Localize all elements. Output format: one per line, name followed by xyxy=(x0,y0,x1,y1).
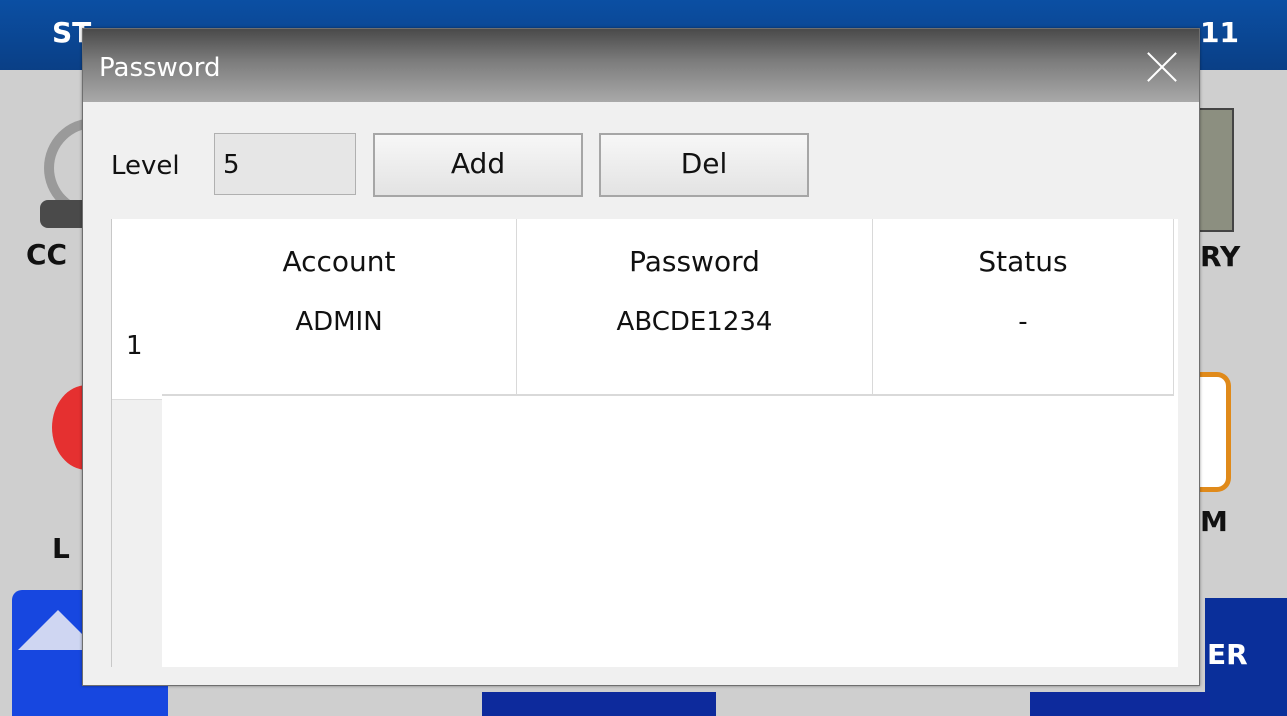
account-table: 1 Account ADMIN Password ABCDE1234 Statu… xyxy=(111,219,1178,667)
background-label-right-1: RY xyxy=(1200,240,1241,273)
level-label: Level xyxy=(111,151,180,181)
account-column: Account ADMIN xyxy=(162,219,517,394)
status-header: Status xyxy=(978,245,1068,278)
password-value[interactable]: ABCDE1234 xyxy=(517,307,872,337)
alarm-icon[interactable] xyxy=(1196,372,1231,492)
background-bottom-tab-right[interactable] xyxy=(1030,692,1210,716)
background-label-left-2: L xyxy=(52,532,70,565)
history-icon[interactable] xyxy=(1198,108,1234,232)
delete-button[interactable]: Del xyxy=(599,133,809,197)
table-row[interactable]: Account ADMIN Password ABCDE1234 Status … xyxy=(162,219,1174,396)
row-index: 1 xyxy=(126,331,143,361)
dialog-titlebar[interactable]: Password xyxy=(83,29,1199,102)
add-button[interactable]: Add xyxy=(373,133,583,197)
background-label-right-2: M xyxy=(1200,505,1228,538)
close-icon[interactable] xyxy=(1145,49,1179,83)
password-column: Password ABCDE1234 xyxy=(517,219,873,394)
row-index-cell[interactable]: 1 xyxy=(112,219,162,400)
password-dialog: Password Level 5 Add Del 1 Account ADMIN… xyxy=(82,28,1200,686)
account-value[interactable]: ADMIN xyxy=(162,307,516,337)
background-header-right-text: 11 xyxy=(1200,16,1239,49)
status-column: Status - xyxy=(873,219,1174,394)
dialog-title: Password xyxy=(99,53,221,83)
account-header: Account xyxy=(282,245,396,278)
background-right-button[interactable]: ER xyxy=(1205,598,1287,716)
status-value[interactable]: - xyxy=(873,307,1173,337)
background-right-button-label: ER xyxy=(1207,638,1248,671)
background-bottom-tab-mid[interactable] xyxy=(482,692,716,716)
level-field[interactable]: 5 xyxy=(214,133,356,195)
background-label-left-1: CC xyxy=(26,238,68,271)
password-header: Password xyxy=(629,245,760,278)
